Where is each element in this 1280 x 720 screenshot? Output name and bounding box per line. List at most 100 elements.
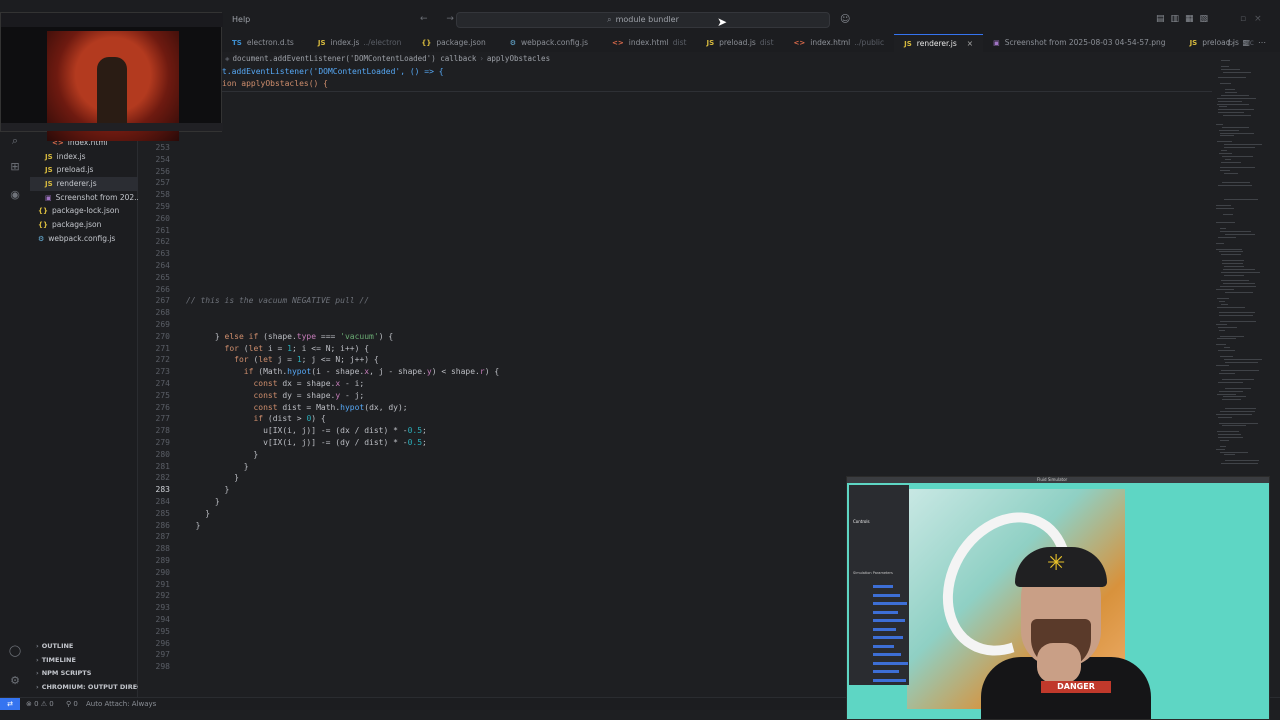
tab-preload-js[interactable]: JS preload.js dist [696, 34, 783, 52]
parameter-slider[interactable] [873, 619, 905, 622]
tab-screenshot-from-2025-08-03-04-54-57-png[interactable]: ▣ Screenshot from 2025-08-03 04-54-57.png [983, 34, 1180, 52]
minimap-line [1219, 152, 1232, 154]
minimap[interactable] [1212, 60, 1280, 480]
tab-index-html[interactable]: <> index.html dist [602, 34, 696, 52]
line-number: 295 [155, 626, 170, 636]
code-line[interactable]: 254 [138, 154, 1208, 166]
parameter-slider[interactable] [873, 653, 901, 656]
parameter-slider[interactable] [873, 678, 906, 682]
parameter-slider[interactable] [873, 610, 898, 614]
tab-renderer-js[interactable]: JS renderer.js × [894, 34, 984, 52]
code-line[interactable]: 261 [138, 225, 1208, 237]
code-line[interactable]: 269 [138, 319, 1208, 331]
code-line[interactable]: 262 [138, 236, 1208, 248]
parameter-slider[interactable] [873, 636, 903, 639]
tab-index-js[interactable]: JS index.js ../electron [308, 34, 412, 52]
window-controls-icon[interactable]: ▫× [1240, 14, 1270, 24]
code-text: const dy = shape.y - j; [253, 390, 365, 400]
code-line[interactable]: 280 } [138, 449, 1208, 461]
sticky-scroll[interactable]: t.addEventListener('DOMContentLoaded', (… [222, 66, 1212, 92]
panel-title: CHROMIUM: OUTPUT DIRECT... [41, 682, 138, 691]
parameter-slider[interactable] [873, 670, 899, 673]
code-line[interactable]: 266 [138, 284, 1208, 296]
parameter-slider[interactable] [873, 585, 893, 588]
code-line[interactable]: 260 [138, 213, 1208, 225]
file-tree-item[interactable]: JS preload.js [30, 163, 138, 177]
menu-help[interactable]: Help [232, 15, 250, 24]
file-tree-item[interactable]: ⚙ webpack.config.js [30, 232, 138, 246]
tab-detail: ../electron [363, 38, 402, 47]
sidebar-panel-header[interactable]: ›CHROMIUM: OUTPUT DIRECT... [30, 681, 138, 695]
tab-electron-d-ts[interactable]: TS electron.d.ts [222, 34, 308, 52]
code-line[interactable]: 265 [138, 272, 1208, 284]
sidebar-panel-header[interactable]: › NPM SCRIPTS [30, 667, 138, 681]
code-line[interactable]: 275 const dy = shape.y - j; [138, 390, 1208, 402]
code-line[interactable]: 263 [138, 248, 1208, 260]
line-number: 280 [155, 449, 170, 459]
ports-count[interactable]: ⚲ 0 [66, 698, 78, 710]
code-line[interactable]: 268 [138, 307, 1208, 319]
sidebar-panel-header[interactable]: › TIMELINE [30, 654, 138, 668]
tab-package-json[interactable]: {} package.json [411, 34, 499, 52]
search-icon[interactable]: ⌕ [8, 134, 22, 148]
problems-count[interactable]: ⊗ 0 ⚠ 0 [26, 698, 54, 710]
code-line[interactable]: 256 [138, 166, 1208, 178]
parameter-slider[interactable] [873, 644, 894, 648]
line-number: 285 [155, 508, 170, 518]
remote-indicator[interactable]: ⇄ [0, 698, 20, 710]
code-line[interactable]: 264 [138, 260, 1208, 272]
code-line[interactable]: 271 for (let i = 1; i <= N; i++) { [138, 343, 1208, 355]
sidebar-panel-header[interactable]: › OUTLINE [30, 640, 138, 654]
file-tree-item[interactable]: JS renderer.js [30, 177, 138, 191]
file-tree-item[interactable]: {} package-lock.json [30, 204, 138, 218]
minimap-line [1222, 260, 1244, 262]
code-line[interactable]: 258 [138, 189, 1208, 201]
line-number: 253 [155, 143, 170, 152]
line-number: 274 [155, 379, 170, 388]
code-line[interactable]: 270 } else if (shape.type === 'vacuum') … [138, 331, 1208, 343]
gear-icon[interactable]: ⚙ [8, 674, 22, 688]
parameter-slider[interactable] [873, 661, 908, 665]
code-line[interactable]: 257 [138, 177, 1208, 189]
code-line[interactable]: 279 v[IX(i, j)] -= (dy / dist) * -0.5; [138, 437, 1208, 449]
code-line[interactable]: 259 [138, 201, 1208, 213]
tab-actions-icon[interactable]: ▷▥⋯ [1228, 38, 1274, 47]
line-number: 283 [155, 485, 170, 495]
command-center[interactable]: ⌕ module bundler [456, 12, 830, 28]
extensions-icon[interactable]: ⊞ [8, 160, 22, 174]
code-line[interactable]: 278 u[IX(i, j)] -= (dx / dist) * -0.5; [138, 425, 1208, 437]
parameter-slider[interactable] [873, 602, 907, 605]
code-line[interactable]: 274 const dx = shape.x - i; [138, 378, 1208, 390]
tab-index-html[interactable]: <> index.html ../public [784, 34, 895, 52]
code-text: } else if (shape.type === 'vacuum') { [186, 331, 394, 341]
code-text: if (Math.hypot(i - shape.x, j - shape.y)… [243, 367, 500, 377]
code-line[interactable]: 272 for (let j = 1; j <= N; j++) { [138, 354, 1208, 366]
layout-controls-icon[interactable]: ▤▥▦▧ [1156, 14, 1214, 24]
parameter-slider[interactable] [873, 593, 900, 597]
file-type-icon: JS [904, 40, 912, 48]
code-line[interactable]: 253 [138, 142, 1208, 154]
breadcrumb-item[interactable]: applyObstacles [487, 54, 550, 63]
code-line[interactable]: 281 } [138, 461, 1208, 473]
minimap-line [1223, 71, 1251, 73]
code-line[interactable]: 273 if (Math.hypot(i - shape.x, j - shap… [138, 366, 1208, 378]
code-text: } [186, 449, 259, 459]
code-line[interactable]: 276 const dist = Math.hypot(dx, dy); [138, 402, 1208, 414]
copilot-icon[interactable]: ☺ [840, 14, 850, 25]
auto-attach-status[interactable]: Auto Attach: Always [86, 698, 156, 710]
tab-webpack-config-js[interactable]: ⚙ webpack.config.js [500, 34, 602, 52]
file-tree-item[interactable]: JS index.js [30, 150, 138, 164]
remote-explorer-icon[interactable]: ◉ [8, 188, 22, 202]
code-line[interactable]: 277 if (dist > 0) { [138, 413, 1208, 425]
line-number: 271 [155, 343, 170, 353]
account-icon[interactable]: ◯ [8, 644, 22, 658]
minimap-line [1216, 207, 1234, 209]
close-icon[interactable]: × [967, 39, 973, 48]
file-tree-item[interactable]: ▣ Screenshot from 202... [30, 191, 138, 205]
parameter-slider[interactable] [873, 627, 896, 631]
breadcrumb-item[interactable]: document.addEventListener('DOMContentLoa… [233, 54, 477, 63]
code-line[interactable]: 267 // this is the vacuum NEGATIVE pull /… [138, 295, 1208, 307]
file-tree-item[interactable]: {} package.json [30, 218, 138, 232]
line-number: 288 [155, 544, 170, 554]
minimap-line [1217, 431, 1239, 433]
